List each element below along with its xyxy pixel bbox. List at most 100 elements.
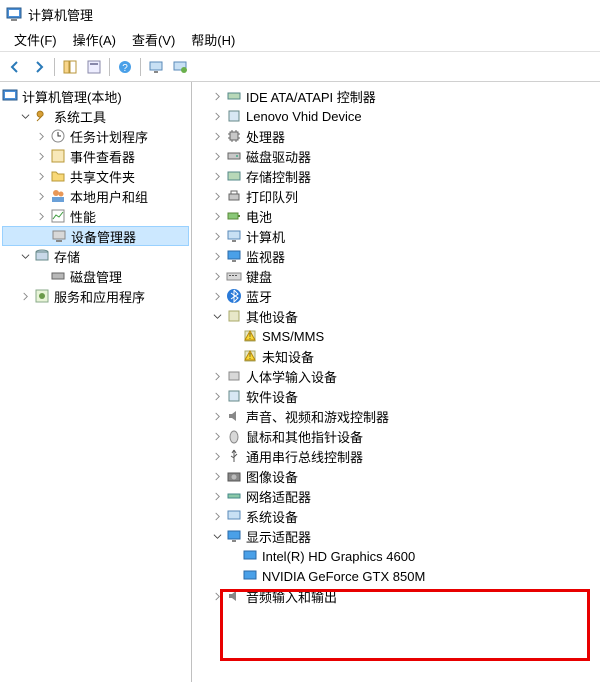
- device-category-battery[interactable]: 电池: [194, 206, 598, 226]
- device-category-network[interactable]: 网络适配器: [194, 486, 598, 506]
- device-category-storage-ctrl[interactable]: 存储控制器: [194, 166, 598, 186]
- menu-action[interactable]: 操作(A): [65, 28, 124, 51]
- sidebar-system-tools[interactable]: 系统工具: [2, 106, 189, 126]
- sidebar-root[interactable]: 计算机管理(本地): [2, 86, 189, 106]
- titlebar: 计算机管理: [0, 0, 600, 28]
- sidebar-label: 磁盘管理: [70, 267, 122, 286]
- device-nvidia-gpu[interactable]: NVIDIA GeForce GTX 850M: [194, 566, 598, 586]
- chevron-right-icon[interactable]: [210, 169, 224, 183]
- device-label: 键盘: [246, 267, 272, 286]
- expander-empty: [226, 329, 240, 343]
- forward-button[interactable]: [28, 56, 50, 78]
- sidebar-performance[interactable]: 性能: [2, 206, 189, 226]
- expander-empty: [226, 569, 240, 583]
- device-category-audio-io[interactable]: 音频输入和输出: [194, 586, 598, 606]
- device-category-mouse[interactable]: 鼠标和其他指针设备: [194, 426, 598, 446]
- device-category-disk-drives[interactable]: 磁盘驱动器: [194, 146, 598, 166]
- device-label: 处理器: [246, 127, 285, 146]
- chevron-right-icon[interactable]: [210, 89, 224, 103]
- chevron-right-icon[interactable]: [210, 469, 224, 483]
- camera-icon: [226, 468, 242, 484]
- expander-empty: [226, 549, 240, 563]
- device-category-usb[interactable]: 通用串行总线控制器: [194, 446, 598, 466]
- sidebar-disk-mgmt[interactable]: 磁盘管理: [2, 266, 189, 286]
- chevron-right-icon[interactable]: [210, 229, 224, 243]
- help-button[interactable]: ?: [114, 56, 136, 78]
- sidebar-label: 本地用户和组: [70, 187, 148, 206]
- device-category-imaging[interactable]: 图像设备: [194, 466, 598, 486]
- chevron-right-icon[interactable]: [210, 149, 224, 163]
- chevron-right-icon[interactable]: [210, 369, 224, 383]
- chevron-right-icon[interactable]: [34, 149, 48, 163]
- back-button[interactable]: [4, 56, 26, 78]
- sidebar-local-users[interactable]: 本地用户和组: [2, 186, 189, 206]
- storage-ctrl-icon: [226, 168, 242, 184]
- chevron-right-icon[interactable]: [210, 589, 224, 603]
- chevron-right-icon[interactable]: [34, 209, 48, 223]
- menu-file[interactable]: 文件(F): [6, 28, 65, 51]
- chevron-right-icon[interactable]: [210, 289, 224, 303]
- chevron-right-icon[interactable]: [210, 449, 224, 463]
- device-label: 其他设备: [246, 307, 298, 326]
- device-category-system-devices[interactable]: 系统设备: [194, 506, 598, 526]
- chevron-right-icon[interactable]: [34, 169, 48, 183]
- device-category-hid[interactable]: 人体学输入设备: [194, 366, 598, 386]
- device-label: 图像设备: [246, 467, 298, 486]
- scan-hardware-button[interactable]: [145, 56, 167, 78]
- device-label: 蓝牙: [246, 287, 272, 306]
- chevron-right-icon[interactable]: [210, 129, 224, 143]
- properties-button[interactable]: [83, 56, 105, 78]
- device-category-monitors[interactable]: 监视器: [194, 246, 598, 266]
- sidebar-event-viewer[interactable]: 事件查看器: [2, 146, 189, 166]
- device-category-computers[interactable]: 计算机: [194, 226, 598, 246]
- device-category-ide[interactable]: IDE ATA/ATAPI 控制器: [194, 86, 598, 106]
- device-sms-mms[interactable]: ! SMS/MMS: [194, 326, 598, 346]
- chevron-right-icon[interactable]: [210, 509, 224, 523]
- chevron-right-icon[interactable]: [210, 209, 224, 223]
- device-intel-gpu[interactable]: Intel(R) HD Graphics 4600: [194, 546, 598, 566]
- device-category-display-adapters[interactable]: 显示适配器: [194, 526, 598, 546]
- computer-mgmt-icon: [2, 88, 18, 104]
- chevron-right-icon[interactable]: [34, 129, 48, 143]
- sidebar-services-apps[interactable]: 服务和应用程序: [2, 286, 189, 306]
- sidebar-shared-folders[interactable]: 共享文件夹: [2, 166, 189, 186]
- chevron-down-icon[interactable]: [210, 529, 224, 543]
- device-category-keyboards[interactable]: 键盘: [194, 266, 598, 286]
- chevron-right-icon[interactable]: [210, 389, 224, 403]
- device-category-lenovo[interactable]: Lenovo Vhid Device: [194, 106, 598, 126]
- usb-icon: [226, 448, 242, 464]
- chevron-down-icon[interactable]: [18, 109, 32, 123]
- storage-icon: [34, 248, 50, 264]
- svg-text:!: !: [249, 352, 251, 361]
- show-hide-tree-button[interactable]: [59, 56, 81, 78]
- menu-help[interactable]: 帮助(H): [183, 28, 243, 51]
- chevron-down-icon[interactable]: [18, 249, 32, 263]
- device-category-other-devices[interactable]: 其他设备: [194, 306, 598, 326]
- computer-icon: [226, 228, 242, 244]
- refresh-button[interactable]: [169, 56, 191, 78]
- chevron-right-icon[interactable]: [210, 189, 224, 203]
- sidebar-storage[interactable]: 存储: [2, 246, 189, 266]
- chevron-right-icon[interactable]: [210, 249, 224, 263]
- device-unknown[interactable]: ! 未知设备: [194, 346, 598, 366]
- content: 计算机管理(本地) 系统工具 任务计划程序 事件查看器 共享文件夹: [0, 82, 600, 682]
- device-category-print-queue[interactable]: 打印队列: [194, 186, 598, 206]
- device-category-sound[interactable]: 声音、视频和游戏控制器: [194, 406, 598, 426]
- menu-view[interactable]: 查看(V): [124, 28, 183, 51]
- sidebar-tree: 计算机管理(本地) 系统工具 任务计划程序 事件查看器 共享文件夹: [2, 86, 189, 306]
- sidebar-task-scheduler[interactable]: 任务计划程序: [2, 126, 189, 146]
- chevron-right-icon[interactable]: [210, 429, 224, 443]
- sidebar-label: 存储: [54, 247, 80, 266]
- sidebar-device-manager[interactable]: 设备管理器: [2, 226, 189, 246]
- chevron-right-icon[interactable]: [210, 409, 224, 423]
- chevron-right-icon[interactable]: [210, 269, 224, 283]
- chevron-right-icon[interactable]: [210, 489, 224, 503]
- chevron-right-icon[interactable]: [18, 289, 32, 303]
- device-category-software-devices[interactable]: 软件设备: [194, 386, 598, 406]
- chevron-down-icon[interactable]: [210, 309, 224, 323]
- chevron-right-icon[interactable]: [34, 189, 48, 203]
- device-category-bluetooth[interactable]: 蓝牙: [194, 286, 598, 306]
- device-category-cpu[interactable]: 处理器: [194, 126, 598, 146]
- chevron-right-icon[interactable]: [210, 109, 224, 123]
- folder-share-icon: [50, 168, 66, 184]
